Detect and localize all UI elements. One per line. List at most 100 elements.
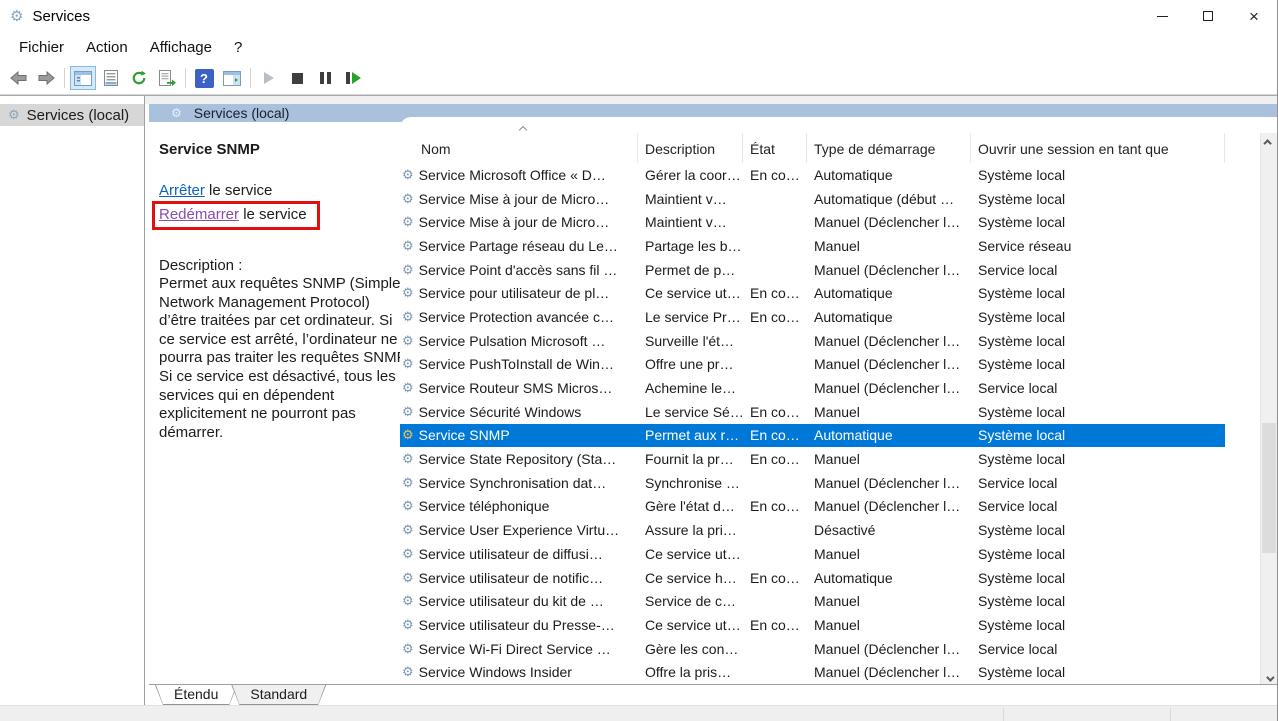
maximize-button[interactable] — [1185, 0, 1231, 32]
column-header-session[interactable]: Ouvrir une session en tant que — [971, 133, 1225, 163]
menu-action[interactable]: Action — [75, 35, 139, 60]
menu-help[interactable]: ? — [223, 35, 253, 60]
scroll-up-button[interactable] — [1261, 133, 1277, 150]
pause-icon — [320, 72, 331, 84]
properties-icon — [103, 70, 119, 86]
show-console-tree-button[interactable] — [70, 66, 96, 90]
table-row[interactable]: ⚙ Service utilisateur de diffusi… Ce ser… — [400, 542, 1225, 566]
refresh-button[interactable] — [126, 66, 152, 90]
table-row[interactable]: ⚙ Service Partage réseau du Le… Partage … — [400, 234, 1225, 258]
stop-service-button[interactable] — [284, 66, 310, 90]
service-startup-type-cell: Automatique — [807, 285, 971, 301]
service-description-cell: Ce service ut… — [638, 617, 743, 633]
export-list-button[interactable] — [154, 66, 180, 90]
stop-service-link[interactable]: Arrêter — [159, 182, 205, 199]
forward-button[interactable] — [33, 66, 59, 90]
pause-service-button[interactable] — [312, 66, 338, 90]
top-strip — [145, 96, 1277, 104]
scroll-down-button[interactable] — [1261, 670, 1277, 684]
service-startup-type-cell: Manuel (Déclencher l… — [807, 498, 971, 514]
table-row[interactable]: ⚙ Service Synchronisation dat… Synchroni… — [400, 471, 1225, 495]
column-header-type-demarrage[interactable]: Type de démarrage — [807, 133, 971, 163]
service-name-cell: ⚙ Service Pulsation Microsoft … — [400, 333, 638, 349]
table-row[interactable]: ⚙ Service utilisateur du kit de … Servic… — [400, 589, 1225, 613]
service-description-cell: Gère l'état d… — [638, 498, 743, 514]
action-pane-icon — [223, 71, 241, 86]
chevron-up-icon — [1263, 139, 1271, 147]
menu-affichage[interactable]: Affichage — [139, 35, 223, 60]
table-row[interactable]: ⚙ Service Microsoft Office « D… Gérer la… — [400, 163, 1225, 187]
service-description-cell: Fournit la pr… — [638, 451, 743, 467]
back-arrow-icon — [10, 71, 27, 85]
table-row[interactable]: ⚙ Service Routeur SMS Micros… Achemine l… — [400, 376, 1225, 400]
gear-icon: ⚙ — [402, 427, 414, 443]
gear-icon: ⚙ — [402, 546, 414, 562]
service-description-cell: Le service Sé… — [638, 404, 743, 420]
gear-icon: ⚙ — [402, 498, 414, 514]
extended-description-pane: Service SNMP Arrêter le service Redémarr… — [149, 122, 400, 684]
console-tree-panel: ⚙ Services (local) — [0, 96, 145, 705]
table-row[interactable]: ⚙ Service utilisateur de notific… Ce ser… — [400, 566, 1225, 590]
service-description-cell: Ce service ut… — [638, 546, 743, 562]
table-row[interactable]: ⚙ Service State Repository (Sta… Fournit… — [400, 447, 1225, 471]
close-button[interactable]: × — [1231, 0, 1277, 32]
menu-fichier[interactable]: Fichier — [8, 35, 75, 60]
back-button[interactable] — [5, 66, 31, 90]
service-startup-type-cell: Manuel (Déclencher l… — [807, 664, 971, 680]
gear-icon: ⚙ — [402, 333, 414, 349]
service-startup-type-cell: Automatique (début … — [807, 191, 971, 207]
service-status-cell: En co… — [743, 309, 807, 325]
tab-standard[interactable]: Standard — [231, 685, 326, 705]
table-row[interactable]: ⚙ Service Point d'accès sans fil … Perme… — [400, 258, 1225, 282]
table-row[interactable]: ⚙ Service Mise à jour de Micro… Maintien… — [400, 187, 1225, 211]
tree-item-services-local[interactable]: ⚙ Services (local) — [0, 104, 144, 126]
show-action-pane-button[interactable] — [219, 66, 245, 90]
table-row[interactable]: ⚙ Service Protection avancée c… Le servi… — [400, 305, 1225, 329]
gear-icon: ⚙ — [402, 167, 414, 183]
table-row[interactable]: ⚙ Service User Experience Virtu… Assure … — [400, 518, 1225, 542]
service-description-cell: Ce service h… — [638, 570, 743, 586]
help-button[interactable]: ? — [191, 66, 217, 90]
restart-service-suffix: le service — [239, 206, 307, 223]
vertical-scrollbar[interactable] — [1260, 133, 1277, 684]
service-name-cell: ⚙ Service PushToInstall de Win… — [400, 356, 638, 372]
start-service-button[interactable] — [256, 66, 282, 90]
column-header-etat[interactable]: État — [743, 133, 807, 163]
table-row[interactable]: ⚙ Service utilisateur du Presse-… Ce ser… — [400, 613, 1225, 637]
table-row[interactable]: ⚙ Service PushToInstall de Win… Offre un… — [400, 353, 1225, 377]
service-logon-cell: Système local — [971, 333, 1225, 349]
console-tree-icon — [74, 71, 92, 86]
tab-etendu[interactable]: Étendu — [155, 685, 237, 705]
column-header-nom[interactable]: Nom — [400, 133, 638, 163]
help-icon: ? — [195, 69, 214, 88]
column-header-description[interactable]: Description — [638, 133, 743, 163]
service-startup-type-cell: Désactivé — [807, 522, 971, 538]
restart-service-link[interactable]: Redémarrer — [159, 206, 239, 223]
table-row[interactable]: ⚙ Service Wi-Fi Direct Service … Gère le… — [400, 637, 1225, 661]
table-row[interactable]: ⚙ Service Windows Insider Offre la pris…… — [400, 660, 1225, 684]
table-row[interactable]: ⚙ Service Mise à jour de Micro… Maintien… — [400, 210, 1225, 234]
list-rows: ⚙ Service Microsoft Office « D… Gérer la… — [400, 163, 1225, 684]
window-title: Services — [32, 8, 90, 25]
service-name-cell: ⚙ Service utilisateur de diffusi… — [400, 546, 638, 562]
restart-service-button[interactable] — [340, 66, 366, 90]
table-row[interactable]: ⚙ Service téléphonique Gère l'état d… En… — [400, 495, 1225, 519]
service-logon-cell: Système local — [971, 167, 1225, 183]
gear-icon: ⚙ — [402, 356, 414, 372]
service-logon-cell: Service local — [971, 498, 1225, 514]
chevron-down-icon — [1266, 673, 1274, 681]
table-row[interactable]: ⚙ Service pour utilisateur de pl… Ce ser… — [400, 281, 1225, 305]
minimize-button[interactable] — [1139, 0, 1185, 32]
table-row[interactable]: ⚙ Service Pulsation Microsoft … Surveill… — [400, 329, 1225, 353]
table-row[interactable]: ⚙ Service SNMP Permet aux r… En co… Auto… — [400, 424, 1225, 448]
toolbar-separator — [64, 68, 65, 88]
gear-icon: ⚙ — [402, 380, 414, 396]
services-app-icon: ⚙ — [10, 7, 23, 25]
scrollbar-thumb[interactable] — [1262, 423, 1276, 553]
service-description-cell: Maintient v… — [638, 191, 743, 207]
gear-icon: ⚙ — [402, 214, 414, 230]
properties-button[interactable] — [98, 66, 124, 90]
toolbar-separator — [250, 68, 251, 88]
description-label: Description : — [159, 257, 394, 274]
table-row[interactable]: ⚙ Service Sécurité Windows Le service Sé… — [400, 400, 1225, 424]
